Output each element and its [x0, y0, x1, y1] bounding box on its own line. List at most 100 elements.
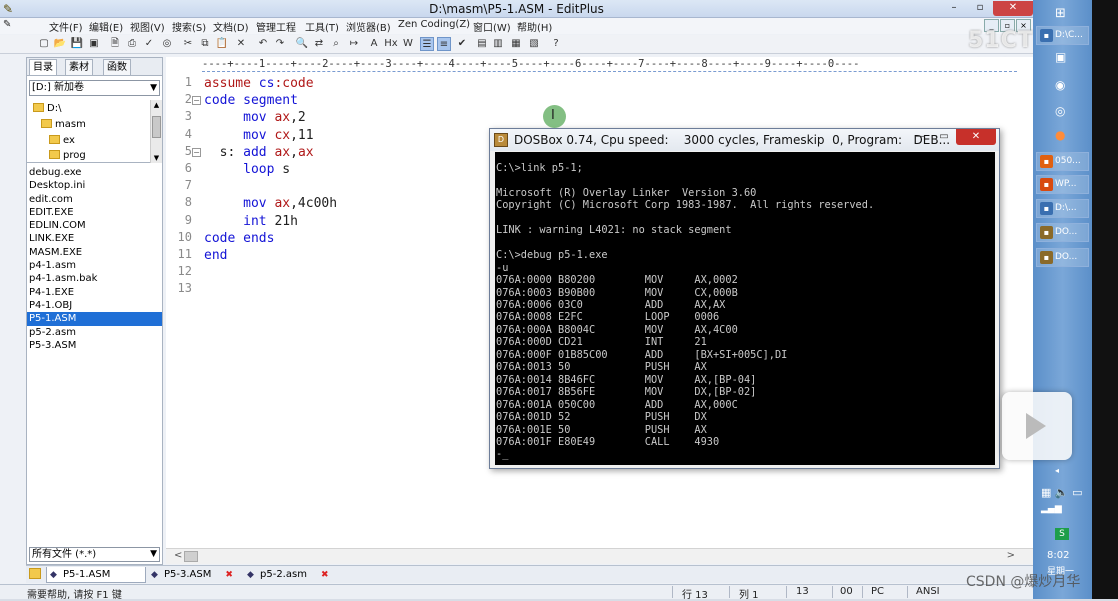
new-file-icon[interactable]: ▢ — [37, 37, 51, 51]
file-list-item[interactable]: EDLIN.COM — [27, 219, 162, 232]
file-list-item[interactable]: MASM.EXE — [27, 246, 162, 259]
file-list-item[interactable]: p4-1.asm.bak — [27, 272, 162, 285]
firefox-icon[interactable]: ● — [1055, 128, 1065, 142]
close-tab-icon[interactable]: ✖ — [225, 570, 233, 580]
dos-console[interactable]: C:\>link p5-1; Microsoft (R) Overlay Link… — [495, 152, 995, 465]
file-list-item[interactable]: LINK.EXE — [27, 232, 162, 245]
delete-icon[interactable]: ✕ — [234, 37, 248, 51]
save-icon[interactable]: 💾 — [70, 37, 84, 51]
video-play-overlay[interactable] — [1002, 392, 1072, 460]
help-icon[interactable]: ? — [549, 37, 563, 51]
code-line[interactable]: mov ax,2 — [204, 109, 337, 126]
scroll-left-icon[interactable]: < — [174, 550, 182, 561]
maximize-button[interactable]: ▫ — [967, 1, 993, 16]
code-line[interactable] — [204, 264, 337, 281]
doc-tab[interactable]: ◆ P5-3.ASM ✖ — [148, 567, 240, 583]
wordwrap-icon[interactable]: W — [401, 37, 415, 51]
doc-tab[interactable]: ◆ P5-1.ASM — [46, 567, 146, 583]
code-line[interactable]: end — [204, 247, 337, 264]
save-all-icon[interactable]: ▣ — [87, 37, 101, 51]
menu-view[interactable]: 视图(V) — [130, 19, 165, 34]
close-button[interactable]: ✕ — [993, 1, 1033, 16]
dosbox-minimize-button[interactable]: — — [908, 129, 932, 145]
scroll-right-icon[interactable]: > — [1007, 550, 1015, 561]
drive-select[interactable]: [D:] 新加卷 ▼ — [29, 80, 160, 96]
spellcheck-icon[interactable]: ✓ — [142, 37, 156, 51]
code-line[interactable]: mov ax,4c00h — [204, 195, 337, 212]
copy-icon[interactable]: ⧉ — [198, 37, 212, 51]
replace-icon[interactable]: ⇄ — [312, 37, 326, 51]
file-list-item[interactable]: P4-1.EXE — [27, 286, 162, 299]
find-icon[interactable]: 🔍 — [295, 37, 309, 51]
menu-help[interactable]: 帮助(H) — [517, 19, 552, 34]
menu-window[interactable]: 窗口(W) — [473, 19, 511, 34]
tray-app-icon[interactable]: ◉ — [1055, 78, 1065, 92]
window1-icon[interactable]: ▤ — [475, 37, 489, 51]
code-text[interactable]: assume cs:code code segment mov ax,2 mov … — [204, 75, 337, 298]
open-folder-icon[interactable]: 📂 — [53, 37, 67, 51]
tray-icons[interactable]: ▦ 🔈 ▭ — [1041, 486, 1082, 499]
file-list-item[interactable]: edit.com — [27, 193, 162, 206]
code-line[interactable]: s: add ax,ax — [204, 144, 337, 161]
menu-document[interactable]: 文档(D) — [213, 19, 249, 34]
code-line[interactable]: code segment — [204, 92, 337, 109]
folder-icon[interactable] — [29, 568, 41, 579]
file-list-item[interactable]: EDIT.EXE — [27, 206, 162, 219]
taskbar-item[interactable]: ▪ DO... — [1036, 223, 1089, 242]
fold-collapse-icon[interactable]: − — [192, 96, 201, 105]
goto-icon[interactable]: ↦ — [347, 37, 361, 51]
close-tab-icon[interactable]: ✖ — [321, 570, 329, 580]
taskbar-item[interactable]: ▪ WP... — [1036, 175, 1089, 194]
dosbox-maximize-button[interactable]: ▭ — [932, 129, 956, 145]
font-icon[interactable]: A — [367, 37, 381, 51]
cut-icon[interactable]: ✂ — [181, 37, 195, 51]
dir-item[interactable]: masm — [41, 118, 86, 132]
file-list-item[interactable]: p5-2.asm — [27, 326, 162, 339]
scroll-down-icon[interactable]: ▼ — [152, 154, 161, 162]
scroll-up-icon[interactable]: ▲ — [152, 101, 161, 109]
tray-expand-icon[interactable]: ◂ — [1055, 466, 1059, 475]
menu-browser[interactable]: 浏览器(B) — [346, 19, 391, 34]
file-list-item[interactable]: P5-1.ASM — [27, 312, 162, 326]
code-line[interactable]: code ends — [204, 230, 337, 247]
fold-collapse-icon[interactable]: − — [192, 148, 201, 157]
file-list-item[interactable]: Desktop.ini — [27, 179, 162, 192]
hex-icon[interactable]: Hx — [384, 37, 398, 51]
window3-icon[interactable]: ▦ — [509, 37, 523, 51]
tray-s-icon[interactable]: S — [1055, 528, 1069, 540]
taskbar-item[interactable]: ▪ D:\C... — [1036, 26, 1089, 45]
menu-zen-coding[interactable]: Zen Coding(Z) — [398, 19, 470, 30]
menu-file[interactable]: 文件(F) — [49, 19, 83, 34]
file-list-item[interactable]: p4-1.asm — [27, 259, 162, 272]
doc-tab[interactable]: ◆ p5-2.asm ✖ — [244, 567, 336, 583]
print-icon[interactable]: ⎙ — [125, 37, 139, 51]
file-list-item[interactable]: P5-3.ASM — [27, 339, 162, 352]
list-icon[interactable]: ≡ — [437, 37, 451, 51]
start-flag-icon[interactable]: ⊞ — [1055, 6, 1066, 21]
minimize-button[interactable]: – — [941, 1, 967, 16]
tab-directory[interactable]: 目录 — [29, 59, 57, 75]
tray-app-icon[interactable]: ▣ — [1055, 50, 1066, 64]
window4-icon[interactable]: ▧ — [527, 37, 541, 51]
scroll-thumb[interactable] — [184, 551, 198, 562]
taskbar-item[interactable]: ▪ 050... — [1036, 152, 1089, 171]
code-line[interactable]: loop s — [204, 161, 337, 178]
check-icon[interactable]: ✔ — [455, 37, 469, 51]
window2-icon[interactable]: ▥ — [491, 37, 505, 51]
file-filter-select[interactable]: 所有文件 (*.*) ▼ — [29, 547, 160, 562]
file-list-item[interactable]: debug.exe — [27, 166, 162, 179]
file-list-item[interactable]: P4-1.OBJ — [27, 299, 162, 312]
tab-functions[interactable]: 函数 — [103, 59, 131, 75]
menu-edit[interactable]: 编辑(E) — [89, 19, 123, 34]
paste-icon[interactable]: 📋 — [215, 37, 229, 51]
menu-search[interactable]: 搜索(S) — [172, 19, 206, 34]
dosbox-close-button[interactable]: ✕ — [956, 129, 996, 145]
code-line[interactable] — [204, 281, 337, 298]
dir-scrollbar[interactable]: ▲ ▼ — [150, 100, 162, 163]
taskbar-item[interactable]: ▪ DO... — [1036, 248, 1089, 267]
undo-icon[interactable]: ↶ — [256, 37, 270, 51]
horizontal-scrollbar[interactable]: < > — [166, 548, 1033, 564]
network-icon[interactable]: ▂▄▆ — [1041, 504, 1062, 514]
scroll-thumb[interactable] — [152, 116, 161, 138]
column-icon[interactable]: ☰ — [420, 37, 434, 51]
